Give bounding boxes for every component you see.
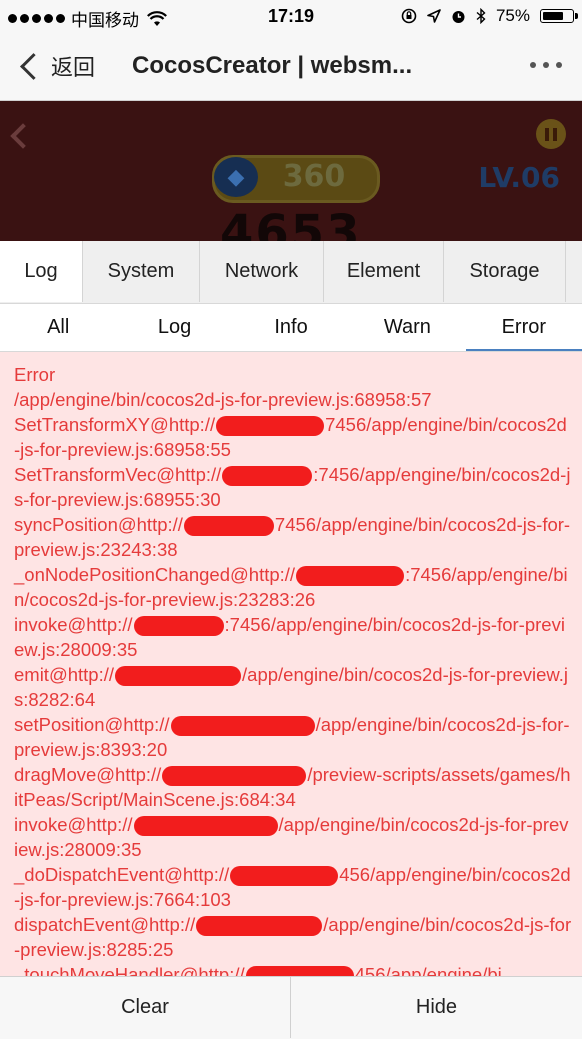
battery-fill [543,12,563,20]
rotation-lock-icon [401,8,417,24]
filter-all[interactable]: All [0,304,116,351]
tab-storage[interactable]: Storage [444,241,566,302]
log-text-segment: /app/engine/bin/cocos2d-js-for-preview.j… [14,389,432,410]
redaction-mark [162,766,307,787]
log-text-segment: dragMove@http:// [14,764,162,785]
redaction-mark [196,916,323,937]
log-text-segment: invoke@http:// [14,614,133,635]
tab-log[interactable]: Log [0,241,83,302]
chevron-left-icon [20,52,47,80]
log-text-segment: SetTransformVec@http:// [14,464,222,485]
gem-count: 360 [282,159,346,194]
console-tabs: Log System Network Element Storage [0,241,582,304]
redaction-mark [296,566,405,587]
back-button[interactable]: 返回 [18,50,95,82]
log-text-segment: dispatchEvent@http:// [14,914,196,935]
back-label: 返回 [51,55,96,80]
redaction-mark [133,616,224,637]
log-text-segment: Error [14,364,56,385]
redaction-mark [230,866,339,887]
log-text-segment: 456/app/engine/bi [354,964,502,976]
location-icon [427,9,441,23]
redaction-mark [245,966,354,976]
console-toolbar: Clear Hide [0,976,582,1039]
status-right: 75% [401,6,578,26]
level-label: LV.06 [478,161,560,194]
status-bar: 中国移动 17:19 75% [0,0,582,34]
tab-overflow[interactable] [566,241,582,302]
log-text-segment: syncPosition@http:// [14,514,183,535]
error-log-entry: Error/app/engine/bin/cocos2d-js-for-prev… [14,362,572,976]
log-text-segment: SetTransformXY@http:// [14,414,216,435]
filter-info[interactable]: Info [233,304,349,351]
filter-warn[interactable]: Warn [349,304,465,351]
log-text-segment: _doDispatchEvent@http:// [14,864,230,885]
page-title: CocosCreator | websm... [132,52,413,79]
game-view[interactable]: ◆ 360 LV.06 4653 [0,101,582,241]
log-text-segment: _touchMoveHandler@http:// [14,964,245,976]
log-text-segment: emit@http:// [14,664,115,685]
clear-button[interactable]: Clear [0,977,291,1038]
game-score: 4653 [220,205,362,241]
log-text-segment: _onNodePositionChanged@http:// [14,564,296,585]
log-filter-tabs: All Log Info Warn Error [0,304,582,352]
redaction-mark [222,466,313,487]
alarm-icon [452,10,465,23]
tab-element[interactable]: Element [324,241,444,302]
redaction-mark [183,516,274,537]
redaction-mark [170,716,315,737]
diamond-icon: ◆ [214,157,258,197]
tab-system[interactable]: System [83,241,200,302]
battery-icon [540,9,578,23]
battery-percent: 75% [495,6,530,25]
redaction-mark [216,416,325,437]
nav-bar: 返回 CocosCreator | websm... [0,34,582,101]
log-panel[interactable]: Error/app/engine/bin/cocos2d-js-for-prev… [0,352,582,976]
log-text-segment: setPosition@http:// [14,714,170,735]
redaction-mark [133,816,278,837]
more-dots-icon[interactable] [530,62,562,68]
hide-button[interactable]: Hide [291,977,582,1038]
game-back-icon[interactable] [10,123,36,149]
log-text-segment: invoke@http:// [14,814,133,835]
game-pause-icon[interactable] [536,119,566,149]
bluetooth-icon [476,8,486,24]
tab-network[interactable]: Network [200,241,324,302]
filter-error[interactable]: Error [465,304,582,351]
redaction-mark [115,666,242,687]
filter-log[interactable]: Log [116,304,232,351]
